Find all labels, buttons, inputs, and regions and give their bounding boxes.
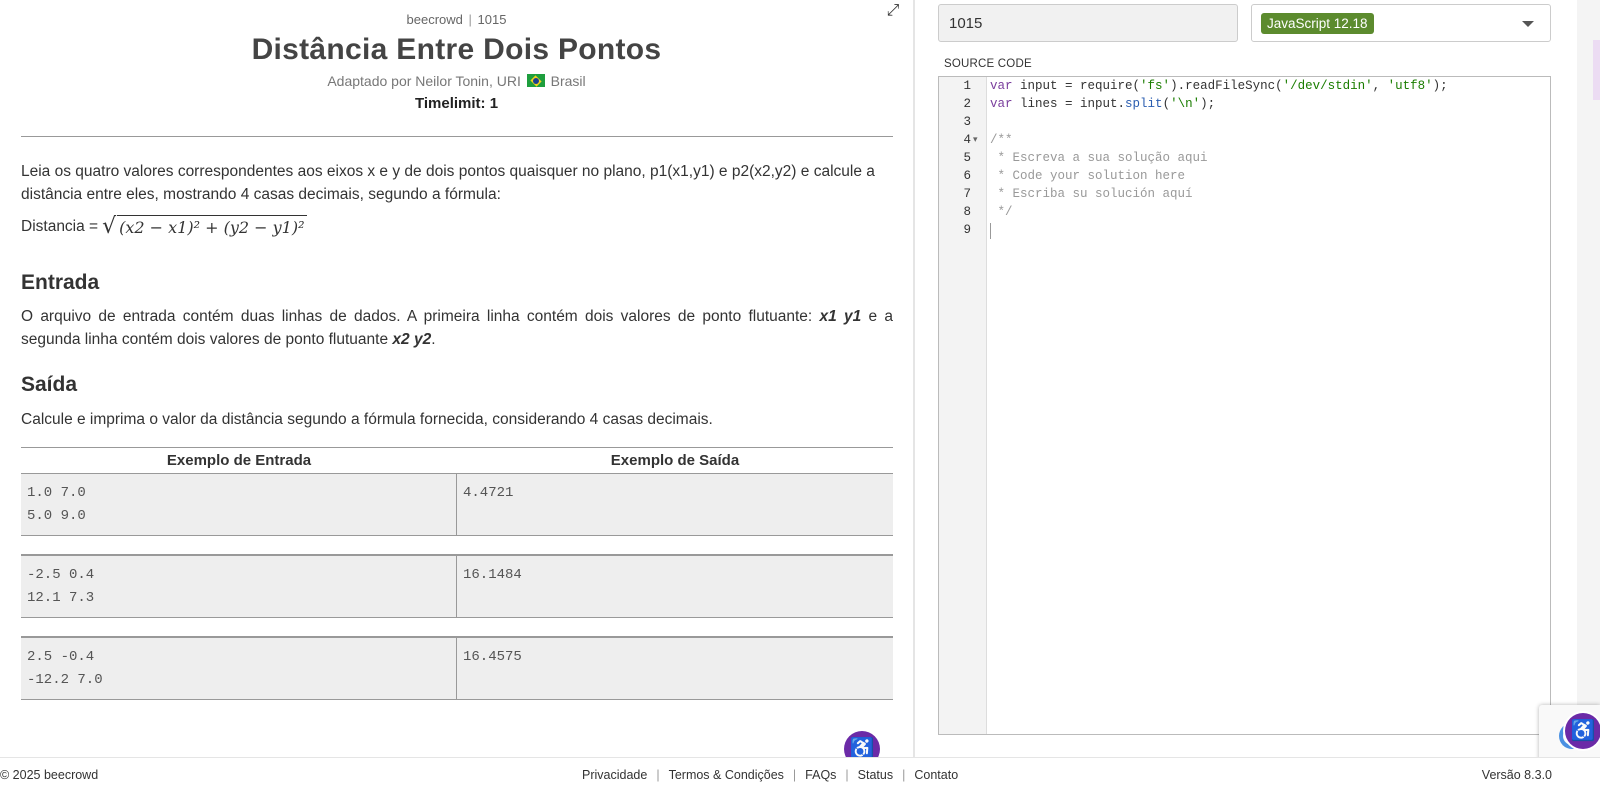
code-line[interactable]: 6 * Code your solution here [939, 167, 1550, 185]
problem-number: 1015 [477, 12, 507, 27]
sample-input[interactable]: -2.5 0.4 12.1 7.3 [21, 556, 457, 617]
timelimit: Timelimit: 1 [414, 95, 499, 112]
code-text[interactable]: * Escriba su solución aquí [990, 185, 1193, 203]
code-line[interactable]: 8 */ [939, 203, 1550, 221]
output-heading: Saída [21, 373, 78, 396]
input-text-1: O arquivo de entrada contém duas linhas … [21, 308, 820, 325]
sample-input-header: Exemplo de Entrada [166, 452, 312, 469]
footer-link-termos[interactable]: Termos & Condições [669, 768, 784, 782]
sample-input[interactable]: 1.0 7.0 5.0 9.0 [21, 474, 457, 535]
problem-header: beecrowd | 1015 Distância Entre Dois Pon… [0, 0, 913, 112]
code-text[interactable]: /** [990, 131, 1013, 149]
sample-row: 2.5 -0.4 -12.2 7.0 16.4575 [21, 637, 893, 700]
panel-divider[interactable] [913, 0, 915, 757]
sample-output[interactable]: 4.4721 [457, 474, 893, 535]
sample-output-header: Exemplo de Saída [610, 452, 740, 469]
author-line: Adaptado por Neilor Tonin, URI Brasil [0, 73, 913, 89]
footer-link-faqs[interactable]: FAQs [805, 768, 836, 782]
sample-output[interactable]: 16.4575 [457, 638, 893, 699]
code-line[interactable]: 4 ▾ /** [939, 131, 1550, 149]
line-number: 1 [963, 79, 971, 93]
sample-row: -2.5 0.4 12.1 7.3 16.1484 [21, 555, 893, 618]
code-line[interactable]: 2 var lines = input.split('\n'); [939, 95, 1550, 113]
formula-math: √ (x2 − x1)² + (y2 − y1)² [102, 214, 307, 239]
language-badge: JavaScript 12.18 [1261, 13, 1374, 34]
breadcrumb-separator: | [468, 12, 472, 27]
code-text[interactable]: var input = require('fs').readFileSync('… [990, 77, 1448, 95]
line-number: 7 [963, 187, 971, 201]
header-divider [21, 136, 893, 137]
sample-gap [21, 618, 893, 637]
text-cursor [990, 223, 991, 239]
code-line[interactable]: 9 [939, 221, 1550, 239]
author-country: Brasil [550, 73, 586, 89]
footer-link-contato[interactable]: Contato [914, 768, 958, 782]
sample-row: 1.0 7.0 5.0 9.0 4.4721 [21, 474, 893, 536]
code-line[interactable]: 3 [939, 113, 1550, 131]
input-heading: Entrada [21, 271, 100, 294]
footer-link-privacidade[interactable]: Privacidade [582, 768, 647, 782]
right-scrollbar[interactable] [1577, 0, 1600, 757]
brazil-flag-icon [526, 74, 545, 87]
problem-id-input[interactable] [938, 4, 1238, 42]
line-number: 3 [963, 115, 971, 129]
formula-label: Distancia = [21, 218, 99, 235]
output-description: Calcule e imprima o valor da distância s… [21, 411, 713, 428]
sample-gap [21, 536, 893, 555]
line-number: 2 [963, 97, 971, 111]
formula-expression: (x2 − x1)² + (y2 − y1)² [117, 215, 307, 238]
line-number: 9 [963, 223, 971, 237]
sqrt-icon: √ [102, 214, 117, 239]
code-editor[interactable]: 1 var input = require('fs').readFileSync… [938, 76, 1551, 735]
footer-link-status[interactable]: Status [858, 768, 893, 782]
footer: © 2025 beecrowd Privacidade | Termos & Con… [0, 757, 1600, 791]
sample-output[interactable]: 16.1484 [457, 556, 893, 617]
code-text[interactable]: */ [990, 203, 1013, 221]
samples-header: Exemplo de Entrada Exemplo de Saída [21, 447, 893, 474]
code-text[interactable]: * Code your solution here [990, 167, 1186, 185]
version: Versão 8.3.0 [1481, 768, 1552, 782]
description-text: Leia os quatro valores correspondentes a… [21, 163, 875, 203]
samples-table: Exemplo de Entrada Exemplo de Saída 1.0 … [21, 447, 893, 700]
input-text-3: . [431, 331, 436, 348]
input-vars-2: x2 y2 [392, 331, 432, 348]
line-number: 5 [963, 151, 971, 165]
site-name: beecrowd [406, 12, 463, 27]
source-code-label: SOURCE CODE [944, 58, 1032, 70]
code-text[interactable]: * Escreva a sua solução aqui [990, 149, 1208, 167]
distance-formula: Distancia = √ (x2 − x1)² + (y2 − y1)² [21, 215, 893, 238]
scroll-thumb[interactable] [1593, 40, 1600, 100]
language-select[interactable]: JavaScript 12.18 [1251, 4, 1551, 42]
page-title: Distância Entre Dois Pontos [251, 33, 662, 66]
line-number: 4 [963, 133, 971, 147]
code-line[interactable]: 1 var input = require('fs').readFileSync… [939, 77, 1550, 95]
author-text: Adaptado por Neilor Tonin, URI [327, 73, 521, 89]
accessibility-icon[interactable]: ♿ [844, 731, 880, 757]
footer-links: Privacidade | Termos & Condições | FAQs | Stat… [582, 768, 958, 782]
copyright: © 2025 beecrowd [0, 768, 99, 782]
line-number: 8 [963, 205, 971, 219]
input-vars-1: x1 y1 [819, 308, 862, 325]
input-description: O arquivo de entrada contém duas linhas … [21, 305, 893, 351]
fold-icon[interactable]: ▾ [973, 131, 978, 149]
code-line[interactable]: 5 * Escreva a sua solução aqui [939, 149, 1550, 167]
accessibility-icon[interactable]: ♿ [1565, 713, 1600, 749]
footer-separator: | [845, 768, 849, 782]
code-line[interactable]: 7 * Escriba su solución aquí [939, 185, 1550, 203]
footer-separator: | [792, 768, 797, 782]
line-number: 6 [963, 169, 971, 183]
footer-separator: | [656, 768, 660, 782]
breadcrumb: beecrowd | 1015 [0, 12, 913, 27]
problem-panel: ⤢ beecrowd | 1015 Distância Entre Dois P… [0, 0, 913, 757]
chevron-down-icon[interactable] [1522, 21, 1534, 27]
sample-input[interactable]: 2.5 -0.4 -12.2 7.0 [21, 638, 457, 699]
footer-separator: | [902, 768, 906, 782]
code-text[interactable]: var lines = input.split('\n'); [990, 95, 1215, 113]
problem-description: Leia os quatro valores correspondentes a… [21, 160, 893, 238]
